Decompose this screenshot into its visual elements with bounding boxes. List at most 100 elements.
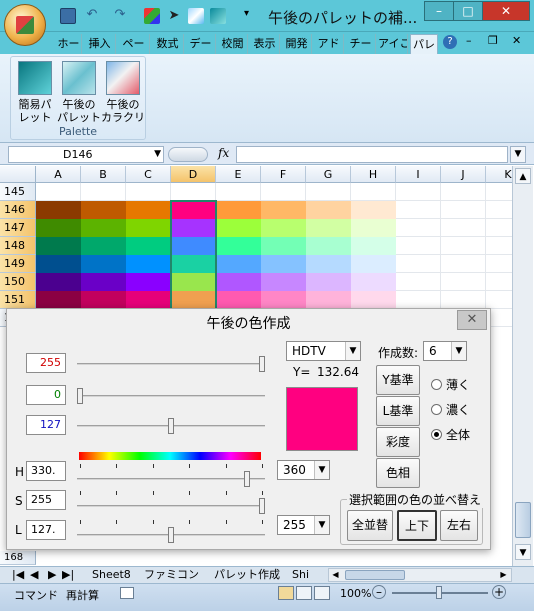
standard-select[interactable]: HDTV ▼ [286, 341, 361, 361]
cell-d145[interactable] [171, 183, 216, 201]
cell-e147[interactable] [216, 219, 261, 237]
row-header-148[interactable]: 148 [0, 237, 36, 255]
expand-formula-bar-icon[interactable]: ▼ [510, 146, 526, 163]
tab-view[interactable]: 表示 [250, 34, 280, 54]
column-header-i[interactable]: I [396, 166, 441, 183]
cell-e148[interactable] [216, 237, 261, 255]
page-layout-view-icon[interactable] [296, 586, 312, 600]
red-value-field[interactable]: 255 [26, 353, 66, 373]
column-header-h[interactable]: H [351, 166, 396, 183]
cell-i145[interactable] [396, 183, 441, 201]
row-header-150[interactable]: 150 [0, 273, 36, 291]
l-value-field[interactable]: 127. [26, 520, 66, 540]
sheet-tab-partial[interactable]: Shi [288, 567, 313, 583]
cell-f149[interactable] [261, 255, 306, 273]
cell-b145[interactable] [81, 183, 126, 201]
cell-a151[interactable] [36, 291, 81, 309]
gradient-icon[interactable] [210, 8, 226, 24]
horizontal-scrollbar[interactable]: ◀ ▶ [328, 568, 512, 582]
scroll-down-icon[interactable]: ▼ [515, 544, 531, 560]
cell-f148[interactable] [261, 237, 306, 255]
cell-d147[interactable] [171, 219, 216, 237]
tab-insert[interactable]: 挿入 [84, 34, 116, 54]
simple-palette-button[interactable]: 簡易パ レット [13, 61, 57, 124]
app-restore-icon[interactable]: ❐ [488, 34, 498, 47]
cell-c150[interactable] [126, 273, 171, 291]
cell-j150[interactable] [441, 273, 486, 291]
red-slider-thumb[interactable] [259, 356, 265, 372]
tab-page-layout[interactable]: ペー [118, 34, 150, 54]
count-select[interactable]: 6 ▼ [423, 341, 467, 361]
column-header-k[interactable]: K [486, 166, 512, 183]
row-header-147[interactable]: 147 [0, 219, 36, 237]
radio-dark[interactable]: 濃く [431, 401, 470, 418]
app-close-icon[interactable]: ✕ [512, 34, 521, 47]
y-base-button[interactable]: Y基準 [376, 365, 420, 395]
s-value-field[interactable]: 255 [26, 490, 66, 510]
cell-g148[interactable] [306, 237, 351, 255]
l-slider-thumb[interactable] [168, 527, 174, 543]
l-base-button[interactable]: L基準 [376, 396, 420, 426]
column-header-e[interactable]: E [216, 166, 261, 183]
column-header-c[interactable]: C [126, 166, 171, 183]
cell-g146[interactable] [306, 201, 351, 219]
cell-d146[interactable] [171, 201, 216, 219]
cell-g145[interactable] [306, 183, 351, 201]
normal-view-icon[interactable] [278, 586, 294, 600]
prev-sheet-icon[interactable]: ◀ [26, 567, 42, 583]
tab-data[interactable]: デー [186, 34, 216, 54]
cell-d151[interactable] [171, 291, 216, 309]
zoom-in-icon[interactable]: + [492, 585, 506, 599]
app-minimize-icon[interactable]: – [466, 34, 472, 47]
cell-c145[interactable] [126, 183, 171, 201]
cell-i147[interactable] [396, 219, 441, 237]
cell-a150[interactable] [36, 273, 81, 291]
close-button[interactable]: ✕ [482, 1, 530, 21]
tab-palette[interactable]: パレ [410, 34, 438, 54]
afternoon-karakuri-button[interactable]: 午後の カラクリ [101, 61, 145, 124]
radio-all[interactable]: 全体 [431, 426, 470, 443]
sort-up-down-button[interactable]: 上下 [397, 510, 437, 541]
cell-f145[interactable] [261, 183, 306, 201]
h-slider-track[interactable] [77, 478, 265, 480]
green-slider-track[interactable] [77, 395, 265, 397]
cell-a145[interactable] [36, 183, 81, 201]
sort-left-right-button[interactable]: 左右 [440, 510, 478, 541]
tab-formulas[interactable]: 数式 [152, 34, 184, 54]
sheet-tab-famicom[interactable]: ファミコン [140, 567, 203, 583]
cell-b148[interactable] [81, 237, 126, 255]
row-header-145[interactable]: 145 [0, 183, 36, 201]
cell-c147[interactable] [126, 219, 171, 237]
cell-f147[interactable] [261, 219, 306, 237]
cell-a146[interactable] [36, 201, 81, 219]
cell-d148[interactable] [171, 237, 216, 255]
blue-value-field[interactable]: 127 [26, 415, 66, 435]
hscroll-thumb[interactable] [345, 570, 405, 580]
row-header-168[interactable]: 168 [0, 551, 36, 565]
cell-a148[interactable] [36, 237, 81, 255]
cursor-icon[interactable]: ➤ [166, 8, 182, 24]
cell-i150[interactable] [396, 273, 441, 291]
cell-d150[interactable] [171, 273, 216, 291]
status-recalc[interactable]: 再計算 [66, 587, 99, 603]
tab-developer[interactable]: 開発 [282, 34, 312, 54]
cell-g151[interactable] [306, 291, 351, 309]
column-header-b[interactable]: B [81, 166, 126, 183]
tab-home[interactable]: ホー [56, 34, 82, 54]
cell-h149[interactable] [351, 255, 396, 273]
cell-e151[interactable] [216, 291, 261, 309]
h-value-field[interactable]: 330. [26, 461, 66, 481]
cell-f150[interactable] [261, 273, 306, 291]
qat-menu-icon[interactable]: ▾ [244, 8, 249, 19]
formula-bar-handle-icon[interactable] [168, 147, 208, 162]
last-sheet-icon[interactable]: ▶| [58, 567, 78, 583]
column-header-j[interactable]: J [441, 166, 486, 183]
scroll-thumb[interactable] [515, 502, 531, 538]
column-header-a[interactable]: A [36, 166, 81, 183]
h-slider-thumb[interactable] [244, 471, 251, 487]
cell-j149[interactable] [441, 255, 486, 273]
tab-icons[interactable]: アイこ [378, 34, 408, 54]
hscroll-right-icon[interactable]: ▶ [497, 569, 510, 581]
name-box[interactable]: D146 ▼ [8, 146, 164, 163]
hscroll-left-icon[interactable]: ◀ [329, 569, 342, 581]
